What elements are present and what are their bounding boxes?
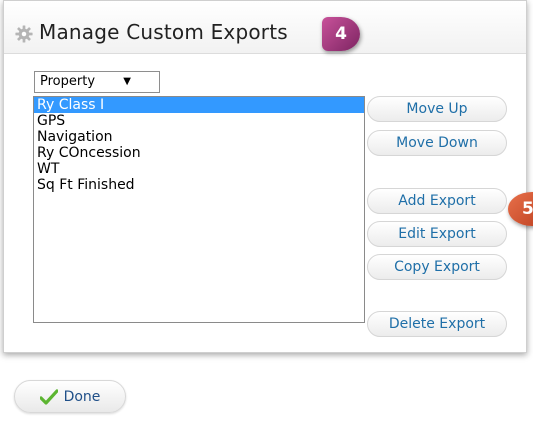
done-button[interactable]: Done [14, 380, 126, 413]
edit-export-button[interactable]: Edit Export [367, 221, 507, 247]
gear-icon [15, 25, 33, 43]
callout-badge-4: 4 [322, 17, 360, 51]
list-item[interactable]: Ry Class I [34, 97, 364, 113]
checkmark-icon [39, 388, 58, 405]
list-item[interactable]: Ry COncession [34, 145, 364, 161]
move-up-button[interactable]: Move Up [367, 96, 507, 122]
move-down-button[interactable]: Move Down [367, 130, 507, 156]
property-select[interactable]: Property ▼ [34, 71, 160, 93]
list-item[interactable]: Navigation [34, 129, 364, 145]
add-export-button[interactable]: Add Export [367, 188, 507, 214]
list-item[interactable]: GPS [34, 113, 364, 129]
dropdown-arrow-icon: ▼ [123, 76, 131, 87]
manage-custom-exports-dialog: Manage Custom Exports 4 Property ▼ Ry Cl… [3, 0, 527, 353]
list-item[interactable]: Sq Ft Finished [34, 177, 364, 193]
property-select-value: Property [40, 74, 96, 89]
export-listbox[interactable]: Ry Class I GPS Navigation Ry COncession … [33, 96, 365, 323]
list-item[interactable]: WT [34, 161, 364, 177]
copy-export-button[interactable]: Copy Export [367, 254, 507, 280]
dialog-title: Manage Custom Exports [39, 20, 288, 44]
done-button-label: Done [63, 388, 101, 405]
dialog-titlebar: Manage Custom Exports 4 [4, 1, 526, 54]
delete-export-button[interactable]: Delete Export [367, 311, 507, 337]
